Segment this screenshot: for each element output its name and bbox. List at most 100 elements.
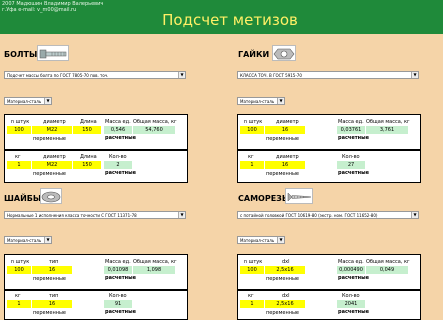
kg-input[interactable]: 1 [7, 300, 31, 308]
screw-material-value: Материал-сталь [240, 238, 275, 243]
col-header: Общая масса, кг [133, 119, 177, 125]
col-header: Общая масса, кг [366, 119, 410, 125]
diameter-input[interactable]: 16 [265, 126, 305, 134]
nut-reverse-panel: кг диаметр Кол-во 1 16 27 переменные рас… [237, 150, 421, 183]
col-header: Кол-во [109, 293, 127, 299]
variables-label: переменные [266, 171, 300, 177]
size-input[interactable]: 2,5x16 [265, 300, 305, 308]
col-header: диаметр [276, 154, 299, 160]
results-label: расчетные [105, 309, 137, 315]
col-header: Длина [80, 119, 97, 125]
col-header: n штук [244, 119, 263, 125]
total-mass-value: 0,049 [366, 266, 408, 274]
chevron-down-icon[interactable]: ▼ [44, 98, 51, 104]
results-label: расчетные [338, 309, 370, 315]
col-header: n штук [11, 119, 30, 125]
type-input[interactable]: 16 [32, 266, 72, 274]
bolts-title: БОЛТЫ [4, 50, 38, 59]
col-header: Масса ед. [105, 259, 131, 265]
col-header: n штук [11, 259, 30, 265]
length-input[interactable]: 150 [73, 126, 101, 134]
kg-input[interactable]: 1 [240, 300, 264, 308]
unit-mass-value: 0,000490 [337, 266, 365, 274]
total-mass-value: 3,761 [366, 126, 408, 134]
size-input[interactable]: 2,5x16 [265, 266, 305, 274]
col-header: диаметр [43, 119, 66, 125]
variables-label: переменные [33, 171, 67, 177]
kg-input[interactable]: 1 [240, 161, 264, 169]
results-label: расчетные [105, 170, 137, 176]
washer-material-value: Материал-сталь [7, 238, 42, 243]
col-header: Длина [80, 154, 97, 160]
col-header: диаметр [43, 154, 66, 160]
diameter-input[interactable]: M22 [32, 126, 72, 134]
washer-icon [40, 188, 62, 204]
count-value: 2041 [337, 300, 365, 308]
col-header: dxl [282, 259, 290, 265]
unit-mass-value: 0,03761 [337, 126, 365, 134]
quantity-input[interactable]: 100 [240, 126, 264, 134]
nut-icon [272, 45, 296, 61]
quantity-input[interactable]: 100 [7, 126, 31, 134]
washer-standard-select[interactable]: Нормальные 1 исполнения класса точности … [4, 211, 186, 219]
chevron-down-icon[interactable]: ▼ [277, 237, 284, 243]
col-header: кг [15, 293, 21, 299]
total-mass-value: 54,760 [133, 126, 175, 134]
washer-material-select[interactable]: Материал-сталь ▼ [4, 236, 52, 244]
results-label: расчетные [338, 275, 370, 281]
quantity-input[interactable]: 100 [240, 266, 264, 274]
nut-material-value: Материал-сталь [240, 99, 275, 104]
screw-material-select[interactable]: Материал-сталь ▼ [237, 236, 285, 244]
col-header: кг [15, 154, 21, 160]
screw-standard-select[interactable]: с потайной головкой ГОСТ 10619-80 (экстр… [237, 211, 419, 219]
col-header: n штук [244, 259, 263, 265]
count-value: 91 [104, 300, 132, 308]
variables-label: переменные [33, 136, 67, 142]
bolt-reverse-panel: кг диаметр Длина Кол-во 1 M22 150 2 пере… [4, 150, 188, 183]
col-header: Общая масса, кг [366, 259, 410, 265]
results-label: расчетные [338, 135, 370, 141]
col-header: тип [49, 259, 59, 265]
col-header: тип [49, 293, 59, 299]
col-header: Масса ед. [338, 259, 364, 265]
nut-material-select[interactable]: Материал-сталь ▼ [237, 97, 285, 105]
total-mass-value: 1,098 [133, 266, 175, 274]
count-value: 2 [104, 161, 132, 169]
chevron-down-icon[interactable]: ▼ [178, 212, 185, 218]
nut-standard-value: КЛАССА ТОЧ. В ГОСТ 5915-70 [240, 73, 302, 78]
kg-input[interactable]: 1 [7, 161, 31, 169]
results-label: расчетные [338, 170, 370, 176]
col-header: Общая масса, кг [133, 259, 177, 265]
washer-reverse-panel: кг тип Кол-во 1 16 91 переменные расчетн… [4, 290, 188, 320]
bolt-standard-select[interactable]: Подсчет массы болта по ГОСТ 7805-70 пов.… [4, 71, 186, 79]
nut-standard-select[interactable]: КЛАССА ТОЧ. В ГОСТ 5915-70 ▼ [237, 71, 419, 79]
chevron-down-icon[interactable]: ▼ [44, 237, 51, 243]
unit-mass-value: 0,01098 [104, 266, 132, 274]
chevron-down-icon[interactable]: ▼ [178, 72, 185, 78]
bolt-material-select[interactable]: Материал-сталь ▼ [4, 97, 52, 105]
quantity-input[interactable]: 100 [7, 266, 31, 274]
col-header: Масса ед. [338, 119, 364, 125]
unit-mass-value: 0,546 [104, 126, 132, 134]
screw-icon [285, 188, 313, 204]
bolt-material-value: Материал-сталь [7, 99, 42, 104]
diameter-input[interactable]: M22 [32, 161, 72, 169]
bolt-calc-panel: n штук диаметр Длина Масса ед. Общая мас… [4, 114, 188, 150]
screw-standard-value: с потайной головкой ГОСТ 10619-80 (экстр… [240, 213, 378, 218]
chevron-down-icon[interactable]: ▼ [411, 72, 418, 78]
chevron-down-icon[interactable]: ▼ [411, 212, 418, 218]
nuts-title: ГАЙКИ [238, 50, 270, 59]
type-input[interactable]: 16 [32, 300, 72, 308]
screw-reverse-panel: кг dxl Кол-во 1 2,5x16 2041 переменные р… [237, 290, 421, 320]
results-label: расчетные [105, 135, 137, 141]
bolt-icon [37, 45, 69, 61]
page-title: Подсчет метизов [162, 11, 298, 29]
col-header: Кол-во [109, 154, 127, 160]
screws-title: САМОРЕЗЫ [238, 194, 291, 203]
col-header: кг [248, 293, 254, 299]
diameter-input[interactable]: 16 [265, 161, 305, 169]
length-input[interactable]: 150 [73, 161, 101, 169]
washers-title: ШАЙБЫ [4, 194, 42, 203]
chevron-down-icon[interactable]: ▼ [277, 98, 284, 104]
header-bar: 2007 Мадюшин Владимир Валерьевич г.Уфа e… [0, 0, 443, 34]
